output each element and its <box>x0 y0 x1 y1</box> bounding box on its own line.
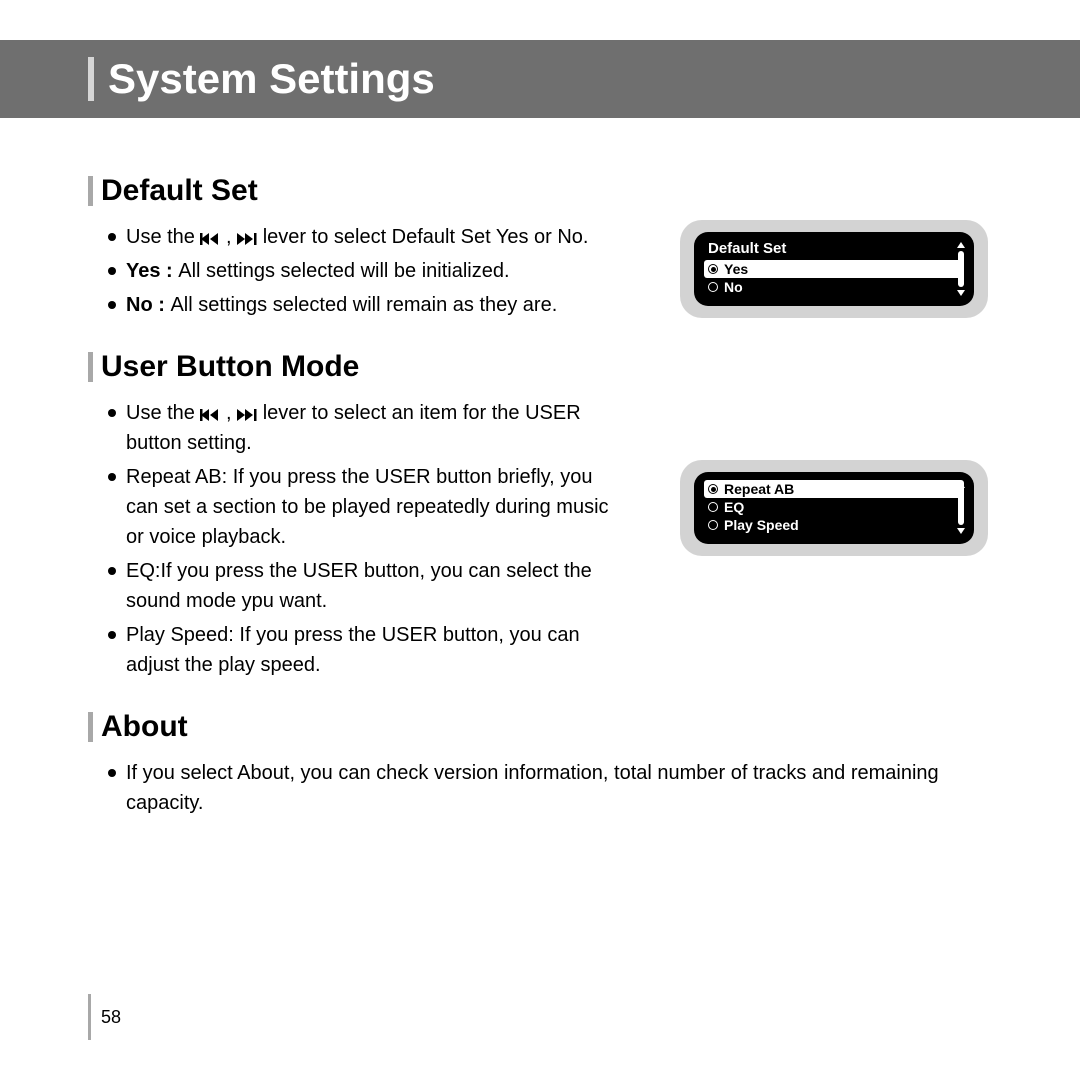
text: EQ:If you press the USER button, you can… <box>126 560 592 612</box>
device-screen: Default Set Yes No <box>694 232 974 306</box>
scroll-up-icon <box>957 242 965 248</box>
option-label: EQ <box>724 499 744 515</box>
screen-option: EQ <box>704 498 964 516</box>
bullet-item: If you select About, you can check versi… <box>108 758 988 818</box>
device-screen: Repeat AB EQ Play Speed <box>694 472 974 544</box>
section-about: About If you select About, you can check… <box>88 710 988 818</box>
screen-option-selected: Yes <box>704 260 964 278</box>
screen-title: Default Set <box>708 240 964 257</box>
section-title: Default Set <box>101 174 258 208</box>
section-default-set: Default Set Use the , lever to select De… <box>88 174 988 320</box>
screen-scrollbar <box>956 242 966 296</box>
scroll-up-icon <box>957 482 965 488</box>
section-title: About <box>101 710 188 744</box>
header-accent-pipe <box>88 57 94 101</box>
bullet-item: Yes : All settings selected will be init… <box>108 256 628 286</box>
page-number: 58 <box>88 994 121 1040</box>
prev-track-icon <box>200 226 226 248</box>
text: Use the <box>126 402 200 424</box>
page-number-pipe <box>88 994 91 1040</box>
scroll-track <box>958 491 964 525</box>
text: Repeat AB: If you press the USER button … <box>126 466 609 548</box>
header-band: System Settings <box>0 40 1080 118</box>
comma: , <box>226 402 237 424</box>
option-label: Play Speed <box>724 517 799 533</box>
bullet-item: Use the , lever to select an item for th… <box>108 398 628 458</box>
radio-icon <box>708 502 718 512</box>
bullet-item: Repeat AB: If you press the USER button … <box>108 462 628 552</box>
bullet-item: No : All settings selected will remain a… <box>108 290 628 320</box>
bullet-item: Play Speed: If you press the USER button… <box>108 620 628 680</box>
page-title: System Settings <box>108 55 435 103</box>
screen-option: No <box>704 278 964 296</box>
section-accent-pipe <box>88 352 93 382</box>
text: If you select About, you can check versi… <box>126 762 939 814</box>
next-track-icon <box>237 402 263 424</box>
screen-option-selected: Repeat AB <box>704 480 964 498</box>
radio-selected-icon <box>708 264 718 274</box>
text: Use the <box>126 226 200 248</box>
content-area: Default Set Use the , lever to select De… <box>88 150 988 848</box>
radio-selected-icon <box>708 484 718 494</box>
scroll-track <box>958 251 964 287</box>
screen-scrollbar <box>956 482 966 534</box>
section-user-button-mode: User Button Mode Use the , lever to sele… <box>88 350 988 680</box>
comma: , <box>226 226 237 248</box>
text: All settings selected will be initialize… <box>178 260 509 282</box>
option-label: Repeat AB <box>724 481 794 497</box>
prev-track-icon <box>200 402 226 424</box>
next-track-icon <box>237 226 263 248</box>
text: Play Speed: If you press the USER button… <box>126 624 580 676</box>
label: Yes : <box>126 260 178 282</box>
text: All settings selected will remain as the… <box>170 294 557 316</box>
scroll-down-icon <box>957 290 965 296</box>
screen-option: Play Speed <box>704 516 964 534</box>
radio-icon <box>708 520 718 530</box>
section-accent-pipe <box>88 176 93 206</box>
option-label: No <box>724 279 743 295</box>
radio-icon <box>708 282 718 292</box>
section-title: User Button Mode <box>101 350 359 384</box>
label: No : <box>126 294 170 316</box>
section-accent-pipe <box>88 712 93 742</box>
device-mock-user-button: Repeat AB EQ Play Speed <box>680 460 988 556</box>
text: lever to select Default Set Yes or No. <box>263 226 589 248</box>
bullet-item: Use the , lever to select Default Set Ye… <box>108 222 628 252</box>
device-mock-default-set: Default Set Yes No <box>680 220 988 318</box>
page-number-value: 58 <box>101 1007 121 1028</box>
scroll-down-icon <box>957 528 965 534</box>
option-label: Yes <box>724 261 748 277</box>
bullet-item: EQ:If you press the USER button, you can… <box>108 556 628 616</box>
